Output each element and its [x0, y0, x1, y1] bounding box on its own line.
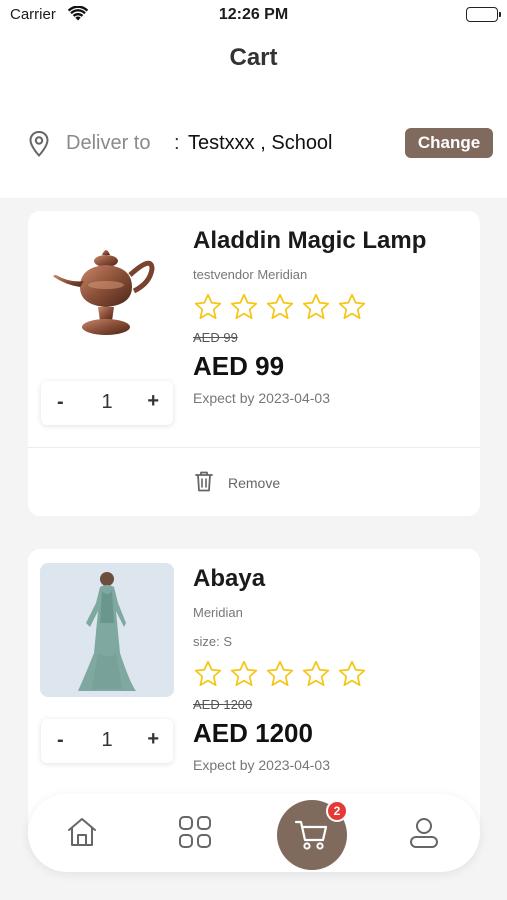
battery-icon: [466, 7, 501, 22]
product-image-lamp[interactable]: [40, 225, 174, 359]
status-bar: Carrier 12:26 PM: [0, 0, 507, 30]
star-icon: [194, 660, 222, 686]
quantity-stepper: - 1 +: [41, 719, 173, 763]
product-name[interactable]: Aladdin Magic Lamp: [193, 227, 470, 255]
original-price: AED 99: [193, 330, 238, 345]
star-icon: [266, 293, 294, 319]
card-divider: [28, 447, 480, 448]
star-icon: [338, 293, 366, 319]
star-icon: [302, 293, 330, 319]
star-icon: [230, 660, 258, 686]
delivery-address: Testxxx , School: [188, 132, 333, 154]
product-price: AED 1200: [193, 718, 313, 748]
star-icon: [338, 660, 366, 686]
product-price: AED 99: [193, 351, 285, 381]
original-price: AED 1200: [193, 697, 253, 712]
vendor-name: testvendor Meridian: [193, 267, 308, 282]
bottom-nav: 2: [28, 794, 480, 872]
vendor-name: Meridian: [193, 605, 243, 620]
product-info: Aladdin Magic Lamp testvendor Meridian A…: [193, 227, 470, 406]
deliver-separator: :: [174, 132, 180, 154]
deliver-to-label: Deliver to: [66, 132, 151, 154]
page-title: Cart: [229, 44, 278, 71]
star-icon: [302, 660, 330, 686]
remove-label: Remove: [228, 475, 281, 491]
delivery-row: Deliver to : Testxxx , School Change: [28, 128, 493, 160]
location-pin-icon: [28, 130, 50, 163]
header-area: Carrier 12:26 PM Cart Deliver to : Testx…: [0, 0, 507, 198]
cart-count-badge: 2: [326, 800, 348, 822]
product-info: Abaya Meridian size: S AED 1200 AED 1200…: [193, 565, 470, 773]
grid-icon[interactable]: [177, 814, 213, 855]
cart-item-card: - 1 + Aladdin Magic Lamp testvendor Meri…: [28, 211, 480, 516]
product-name[interactable]: Abaya: [193, 565, 470, 593]
expected-delivery: Expect by 2023-04-03: [193, 390, 330, 406]
increment-button[interactable]: +: [147, 390, 159, 413]
increment-button[interactable]: +: [147, 728, 159, 751]
cart-icon: [294, 820, 328, 850]
star-icon: [194, 293, 222, 319]
product-size: size: S: [193, 634, 233, 649]
rating-stars: [193, 292, 470, 324]
status-time: 12:26 PM: [218, 6, 289, 23]
star-icon: [266, 660, 294, 686]
rating-stars: [193, 659, 470, 691]
product-image-abaya[interactable]: [40, 563, 174, 697]
change-address-button[interactable]: Change: [405, 128, 493, 158]
profile-icon[interactable]: [406, 814, 442, 855]
trash-icon: [193, 469, 215, 498]
home-icon[interactable]: [64, 814, 100, 855]
expected-delivery: Expect by 2023-04-03: [193, 757, 330, 773]
quantity-stepper: - 1 +: [41, 381, 173, 425]
star-icon: [230, 293, 258, 319]
